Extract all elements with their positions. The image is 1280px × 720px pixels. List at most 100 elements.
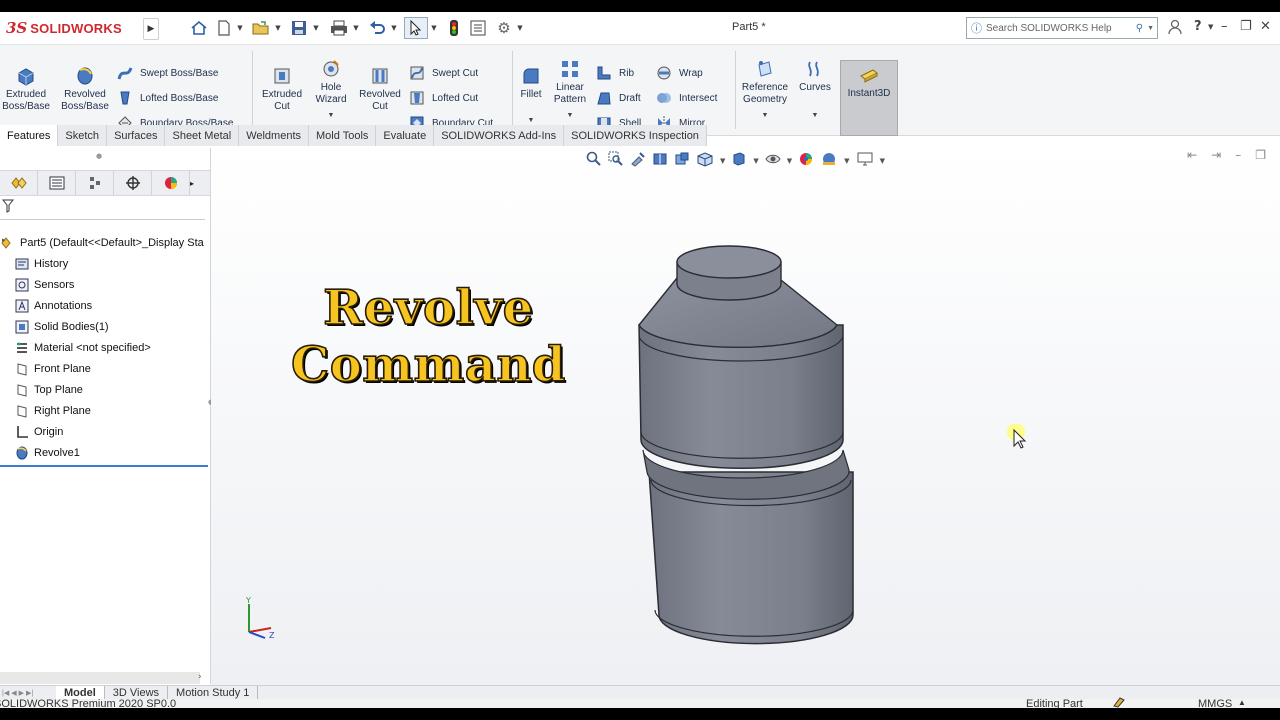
viewport-next-icon[interactable]: ⇥ (1211, 148, 1221, 162)
print-icon[interactable] (328, 17, 350, 39)
tree-item-material[interactable]: Material <not specified> (14, 340, 151, 356)
undo-dropdown-icon[interactable]: ▼ (390, 17, 398, 39)
pattern-dropdown-icon[interactable]: ▼ (567, 110, 574, 122)
select-dropdown-icon[interactable]: ▼ (430, 17, 438, 39)
first-tab-icon[interactable]: |◀ (2, 689, 9, 697)
instant3d-button[interactable]: Instant3D (840, 60, 898, 136)
save-dropdown-icon[interactable]: ▼ (312, 17, 320, 39)
hole-wizard-button[interactable]: Hole Wizard ▼ (310, 58, 352, 122)
tab-sheet-metal[interactable]: Sheet Metal (165, 125, 240, 146)
open-dropdown-icon[interactable]: ▼ (274, 17, 282, 39)
options-dropdown-icon[interactable]: ▼ (516, 17, 524, 39)
expand-arrow-icon[interactable]: ▸ (2, 236, 6, 244)
tree-root-part[interactable]: Part5 (Default<<Default>_Display Sta (0, 235, 204, 251)
hole-wizard-dropdown-icon[interactable]: ▼ (328, 110, 335, 122)
zoom-to-fit-icon[interactable] (586, 151, 602, 171)
view-settings-icon[interactable] (856, 151, 874, 171)
edit-appearance-icon[interactable] (798, 151, 814, 171)
view-orientation-dropdown-icon[interactable]: ▼ (720, 157, 725, 165)
restore-icon[interactable]: ❐ (1240, 19, 1252, 34)
tab-solidworks-inspection[interactable]: SOLIDWORKS Inspection (564, 125, 707, 146)
dynamic-annotation-icon[interactable] (674, 151, 690, 171)
rollback-bar[interactable] (0, 465, 208, 467)
viewport-restore-icon[interactable]: ❐ (1255, 148, 1266, 162)
viewport-prev-icon[interactable]: ⇤ (1187, 148, 1197, 162)
search-dropdown-icon[interactable]: ▼ (1147, 25, 1154, 32)
graphics-area[interactable]: ⇤ ⇥ – ❐ ▼ ▼ ▼ ▼ ▼ Revolve Command Y Z (211, 148, 1280, 685)
close-icon[interactable]: ✕ (1260, 19, 1271, 34)
swept-cut-button[interactable]: Swept Cut (408, 64, 478, 82)
tab-weldments[interactable]: Weldments (239, 125, 310, 146)
tree-item-annotations[interactable]: Annotations (14, 298, 92, 314)
search-help-field[interactable]: ⓘ Search SOLIDWORKS Help ⚲ ▼ (966, 17, 1158, 39)
fillet-button[interactable]: Fillet ▼ (516, 65, 546, 127)
apply-scene-dropdown-icon[interactable]: ▼ (844, 157, 849, 165)
new-document-icon[interactable] (214, 17, 234, 39)
extruded-cut-button[interactable]: Extruded Cut (258, 65, 306, 113)
wrap-button[interactable]: Wrap (655, 64, 703, 82)
prev-tab-icon[interactable]: ◀ (11, 689, 16, 697)
reference-geometry-button[interactable]: Reference Geometry ▼ (738, 58, 792, 122)
tab-sketch[interactable]: Sketch (58, 125, 108, 146)
help-icon[interactable]: ? (1194, 19, 1202, 34)
tab-solidworks-addins[interactable]: SOLIDWORKS Add-Ins (434, 125, 565, 146)
minimize-icon[interactable]: – (1221, 19, 1228, 34)
dimxpert-icon[interactable] (114, 171, 152, 195)
section-view-icon[interactable] (652, 151, 668, 171)
status-rebuild-icon[interactable] (1112, 696, 1126, 708)
panel-tabs-scroll-right-icon[interactable]: ▸ (190, 171, 200, 195)
configuration-manager-icon[interactable] (76, 171, 114, 195)
file-properties-icon[interactable] (468, 17, 488, 39)
curves-dropdown-icon[interactable]: ▼ (812, 110, 819, 122)
lofted-boss-button[interactable]: Lofted Boss/Base (116, 89, 218, 107)
hide-show-dropdown-icon[interactable]: ▼ (787, 157, 792, 165)
property-manager-icon[interactable] (38, 171, 76, 195)
revolved-part-model[interactable] (631, 240, 871, 660)
rib-button[interactable]: Rib (595, 64, 634, 82)
view-orientation-icon[interactable] (696, 151, 714, 171)
next-tab-icon[interactable]: ▶ (19, 689, 24, 697)
display-style-dropdown-icon[interactable]: ▼ (753, 157, 758, 165)
revolved-boss-button[interactable]: Revolved Boss/Base (58, 65, 112, 113)
home-icon[interactable] (188, 17, 210, 39)
tree-item-revolve1[interactable]: Revolve1 (14, 445, 80, 461)
revolved-cut-button[interactable]: Revolved Cut (356, 65, 404, 113)
tab-mold-tools[interactable]: Mold Tools (309, 125, 377, 146)
tab-surfaces[interactable]: Surfaces (107, 125, 166, 146)
display-manager-icon[interactable] (152, 171, 190, 195)
new-dropdown-icon[interactable]: ▼ (236, 17, 244, 39)
panel-horizontal-scrollbar[interactable] (0, 672, 200, 684)
tree-item-front-plane[interactable]: Front Plane (14, 361, 91, 377)
tree-item-history[interactable]: History (14, 256, 68, 272)
view-settings-dropdown-icon[interactable]: ▼ (880, 157, 885, 165)
tree-filter-field[interactable] (0, 197, 205, 220)
curves-button[interactable]: Curves ▼ (796, 58, 834, 122)
tree-item-top-plane[interactable]: Top Plane (14, 382, 83, 398)
save-icon[interactable] (288, 17, 310, 39)
solidworks-logo[interactable]: 3S SOLIDWORKS (6, 18, 122, 38)
tree-item-right-plane[interactable]: Right Plane (14, 403, 91, 419)
rebuild-icon[interactable] (444, 17, 464, 39)
search-icon[interactable]: ⚲ (1136, 23, 1143, 34)
tab-motion-study-1[interactable]: Motion Study 1 (168, 686, 259, 699)
feature-manager-icon[interactable] (0, 171, 38, 195)
extruded-boss-button[interactable]: Extruded Boss/Base (0, 65, 52, 113)
zoom-area-icon[interactable] (608, 151, 624, 171)
last-tab-icon[interactable]: ▶| (26, 689, 33, 697)
options-gear-icon[interactable]: ⚙ (494, 17, 514, 39)
linear-pattern-button[interactable]: Linear Pattern ▼ (550, 58, 590, 122)
help-dropdown-icon[interactable]: ▼ (1208, 23, 1213, 31)
tab-evaluate[interactable]: Evaluate (376, 125, 435, 146)
status-units-dropdown-icon[interactable]: ▲ (1238, 698, 1246, 707)
viewport-minimize-icon[interactable]: – (1235, 148, 1241, 162)
scroll-right-icon[interactable]: › (198, 672, 202, 682)
status-units[interactable]: MMGS (1198, 698, 1232, 708)
display-style-icon[interactable] (731, 151, 747, 171)
previous-view-icon[interactable] (630, 151, 646, 171)
tree-item-solid-bodies[interactable]: Solid Bodies(1) (14, 319, 109, 335)
reference-dropdown-icon[interactable]: ▼ (762, 110, 769, 122)
user-icon[interactable] (1168, 19, 1182, 39)
tab-features[interactable]: Features (0, 125, 59, 146)
tree-item-sensors[interactable]: Sensors (14, 277, 74, 293)
print-dropdown-icon[interactable]: ▼ (352, 17, 360, 39)
